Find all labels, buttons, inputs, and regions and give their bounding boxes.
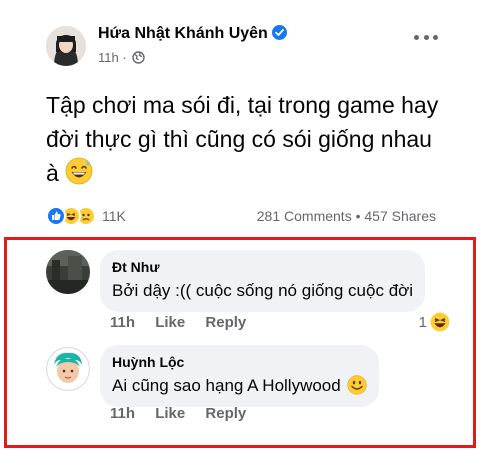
commenter-name[interactable]: Đt Như bbox=[112, 258, 413, 276]
comment-text-content: Ai cũng sao hạng A Hollywood bbox=[112, 376, 341, 395]
smiley-emoji-icon bbox=[347, 375, 368, 395]
commenter-name[interactable]: Huỳnh Lộc bbox=[112, 353, 367, 371]
reactions-bar: 11K 281 Comments • 457 Shares bbox=[46, 204, 436, 228]
like-button[interactable]: Like bbox=[155, 405, 185, 422]
comments-count[interactable]: 281 Comments bbox=[257, 208, 352, 224]
verified-badge-icon bbox=[271, 25, 287, 40]
author-avatar[interactable] bbox=[46, 26, 86, 66]
like-reaction-icon bbox=[46, 206, 66, 226]
reaction-icons[interactable] bbox=[46, 206, 104, 226]
comment-item: Huỳnh Lộc Ai cũng sao hạng A Hollywood 1… bbox=[46, 345, 456, 425]
post-text: Tập chơi ma sói đi, tại trong game hay đ… bbox=[46, 88, 446, 194]
comment-actions: 11h Like Reply bbox=[110, 314, 262, 331]
comment-actions: 11h Like Reply bbox=[110, 405, 262, 422]
reply-button[interactable]: Reply bbox=[205, 405, 246, 422]
grinning-sweat-emoji-icon bbox=[65, 157, 93, 194]
post-time[interactable]: 11h bbox=[98, 50, 119, 65]
engagement-counts: 281 Comments • 457 Shares bbox=[257, 208, 436, 224]
like-button[interactable]: Like bbox=[155, 314, 185, 331]
post-text-content: Tập chơi ma sói đi, tại trong game hay đ… bbox=[46, 92, 439, 186]
comment-bubble: Đt Như Bởi dậy :(( cuộc sống nó giống cu… bbox=[100, 250, 426, 312]
comment-reaction[interactable]: 1 bbox=[419, 312, 450, 332]
author-name[interactable]: Hứa Nhật Khánh Uyên bbox=[98, 25, 287, 43]
comment-text: Bởi dậy :(( cuộc sống nó giống cuộc đời bbox=[112, 281, 414, 300]
reply-button[interactable]: Reply bbox=[205, 314, 246, 331]
engagement-dot: • bbox=[355, 208, 361, 224]
shares-count[interactable]: 457 Shares bbox=[364, 208, 436, 224]
post-meta: 11h · bbox=[98, 50, 146, 67]
comment-time[interactable]: 11h bbox=[110, 314, 135, 331]
reaction-count[interactable]: 11K bbox=[102, 208, 126, 224]
globe-icon bbox=[132, 51, 146, 67]
meta-separator: · bbox=[122, 50, 127, 65]
commenter-avatar[interactable] bbox=[46, 347, 90, 391]
author-name-text[interactable]: Hứa Nhật Khánh Uyên bbox=[98, 25, 268, 42]
more-options-icon[interactable] bbox=[414, 30, 438, 44]
comment-time[interactable]: 11h bbox=[110, 405, 135, 422]
haha-reaction-icon bbox=[430, 312, 450, 332]
comment-item: Đt Như Bởi dậy :(( cuộc sống nó giống cu… bbox=[46, 250, 456, 332]
comment-text: Ai cũng sao hạng A Hollywood bbox=[112, 374, 368, 398]
post-header: Hứa Nhật Khánh Uyên 11h · bbox=[46, 20, 476, 70]
comment-bubble: Huỳnh Lộc Ai cũng sao hạng A Hollywood bbox=[100, 345, 380, 407]
commenter-avatar[interactable] bbox=[46, 250, 90, 294]
comment-reaction-count: 1 bbox=[418, 313, 427, 331]
